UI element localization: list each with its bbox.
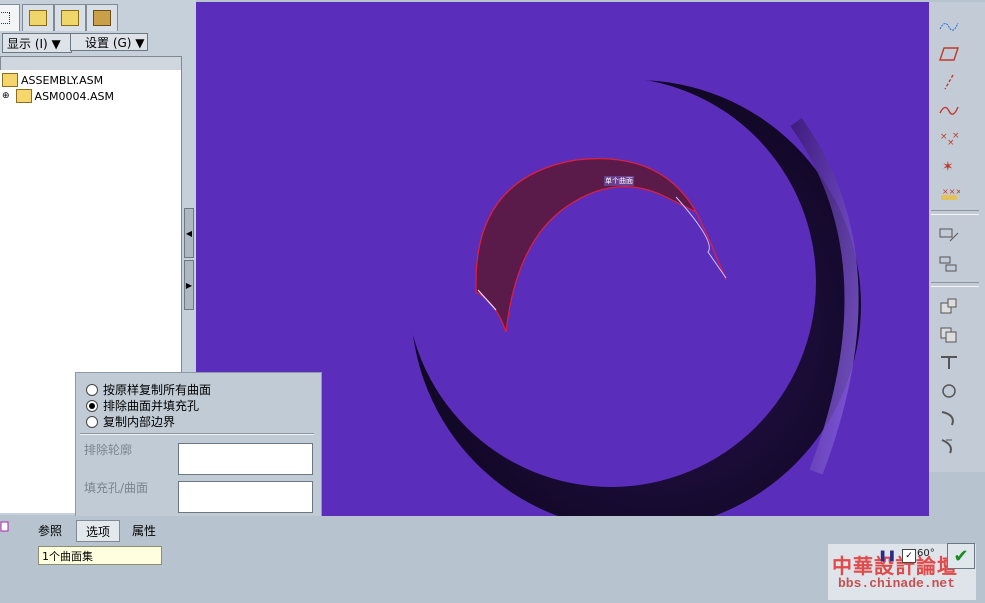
tab-folder-browser[interactable]: [22, 4, 54, 31]
radio-exclude-and-fill[interactable]: 排除曲面并填充孔: [86, 397, 199, 414]
svg-text:×: ×: [952, 131, 960, 141]
disk-top-surface: [406, 77, 816, 487]
svg-text:✶: ✶: [942, 159, 954, 175]
tree-item-assembly[interactable]: ASSEMBLY.ASM: [2, 72, 103, 88]
sweep-icon[interactable]: [934, 406, 964, 430]
surface-selector-icon[interactable]: [0, 520, 10, 532]
svg-text:×××: ×××: [942, 187, 960, 196]
toolbar-separator: [931, 210, 979, 215]
tree-item-label: ASSEMBLY.ASM: [21, 73, 104, 87]
offset-point-icon[interactable]: ✶: [934, 154, 964, 178]
surface-set-collector[interactable]: 1个曲面集: [38, 546, 162, 565]
tree-item-asm0004[interactable]: ⊕ ASM0004.ASM: [2, 88, 114, 104]
settings-menu-label: 设置 (G) ▼: [85, 35, 145, 50]
checkmark-icon: ✔: [953, 545, 969, 567]
folder-browser-icon: [29, 10, 47, 26]
copy-icon[interactable]: [934, 322, 964, 346]
show-menu-label: 显示 (I) ▼: [7, 36, 61, 51]
radio-label: 按原样复制所有曲面: [103, 383, 212, 397]
tab-tools[interactable]: [86, 4, 118, 31]
coordinate-system-icon[interactable]: ×××: [934, 182, 964, 206]
tab-label: 选项: [85, 524, 110, 539]
layer-icon[interactable]: [934, 252, 964, 276]
fill-hole-field[interactable]: [178, 481, 313, 513]
blend-icon[interactable]: [934, 434, 964, 458]
view-manager-icon[interactable]: [934, 224, 964, 248]
collapse-left-icon[interactable]: ◀: [184, 208, 194, 258]
datum-point-icon[interactable]: × × ×: [934, 126, 964, 150]
exclude-contour-field[interactable]: [178, 443, 313, 475]
assembly-icon: [2, 73, 18, 87]
radio-icon[interactable]: [86, 415, 98, 428]
tab-model-tree[interactable]: [0, 4, 20, 31]
assembly-icon: [15, 89, 32, 103]
confirm-button[interactable]: ✔: [947, 543, 975, 569]
show-menu-button[interactable]: 显示 (I) ▼: [2, 33, 72, 53]
surface-tag-label: 单个曲面: [604, 176, 634, 186]
fill-hole-label: 填充孔/曲面: [84, 481, 149, 495]
favorites-icon: [61, 10, 79, 26]
tab-references[interactable]: 参照: [30, 520, 70, 540]
tree-column-header[interactable]: [0, 56, 182, 71]
options-panel: 按原样复制所有曲面 排除曲面并填充孔 复制内部边界 排除轮廓 填充孔/曲面: [75, 372, 322, 518]
sketch-curve-icon[interactable]: [934, 98, 964, 122]
radio-icon[interactable]: [86, 383, 98, 396]
datum-curve-icon[interactable]: [934, 14, 964, 38]
radio-copy-all-surfaces[interactable]: 按原样复制所有曲面: [86, 381, 211, 398]
radio-label: 排除曲面并填充孔: [103, 399, 200, 413]
expand-icon[interactable]: ⊕: [2, 91, 10, 101]
datum-plane-icon[interactable]: [934, 42, 964, 66]
radio-copy-inner-boundary[interactable]: 复制内部边界: [86, 413, 175, 430]
watermark-url: bbs.chinade.net: [838, 576, 956, 591]
datum-axis-icon[interactable]: [934, 70, 964, 94]
pause-icon[interactable]: ❚❚: [878, 549, 896, 563]
tab-options[interactable]: 选项: [76, 520, 120, 542]
radio-selected-icon[interactable]: [86, 399, 98, 412]
divider: [80, 433, 314, 435]
tab-properties[interactable]: 属性: [124, 520, 164, 540]
revolve-icon[interactable]: [934, 378, 964, 402]
tab-label: 属性: [131, 523, 156, 538]
settings-menu-button[interactable]: 设置 (G) ▼: [70, 33, 148, 51]
radio-label: 复制内部边界: [103, 415, 176, 429]
preview-checkbox[interactable]: ✓: [902, 549, 916, 563]
preview-label: 60°: [917, 548, 935, 559]
surface-set-text: 1个曲面集: [42, 549, 93, 563]
model-tree-icon: [0, 12, 10, 24]
trim-icon[interactable]: [934, 350, 964, 374]
expand-right-icon[interactable]: ▶: [184, 260, 194, 310]
tools-icon: [93, 10, 111, 26]
feature-toolbar: × × × ✶ ×××: [929, 2, 985, 472]
tab-label: 参照: [37, 523, 62, 538]
toolbar-separator: [931, 282, 979, 287]
tree-item-label: ASM0004.ASM: [34, 89, 115, 103]
insert-feature-icon[interactable]: [934, 294, 964, 318]
exclude-contour-label: 排除轮廓: [84, 443, 133, 457]
tab-favorites[interactable]: [54, 4, 86, 31]
